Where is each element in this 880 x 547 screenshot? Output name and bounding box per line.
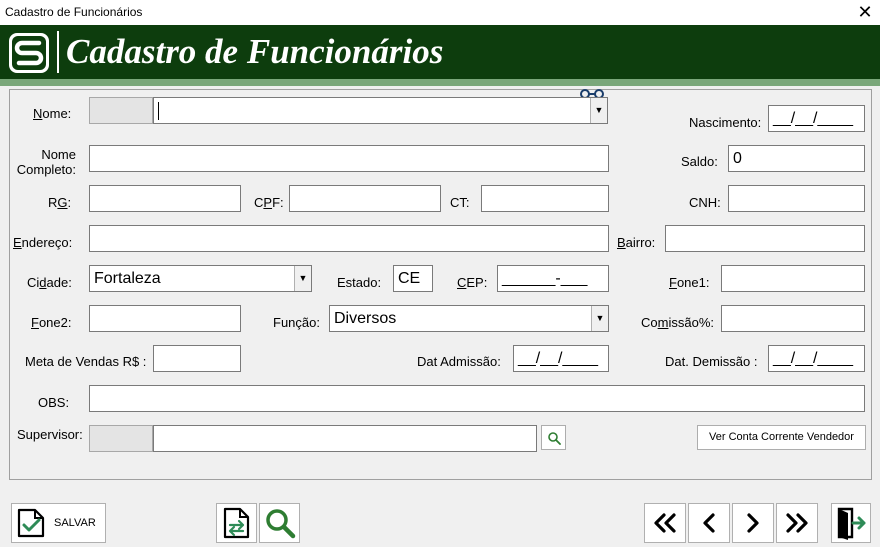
bairro-label: Bairro:: [617, 235, 656, 250]
endereco-field[interactable]: [89, 225, 609, 252]
cpf-field[interactable]: [289, 185, 441, 212]
obs-label: OBS:: [38, 395, 70, 410]
nascimento-field[interactable]: __/__/____: [768, 105, 865, 132]
text-cursor: [158, 101, 159, 120]
cnh-label: CNH:: [689, 195, 721, 210]
nome-dropdown-icon[interactable]: ▼: [590, 98, 607, 123]
cpf-label: CPF:: [254, 195, 284, 210]
chevron-left-icon: [703, 513, 715, 533]
demissao-field[interactable]: __/__/____: [768, 345, 865, 372]
cidade-combobox[interactable]: Fortaleza ▼: [89, 265, 312, 292]
last-record-button[interactable]: [776, 503, 818, 543]
first-record-button[interactable]: [644, 503, 686, 543]
close-icon[interactable]: ✕: [854, 1, 876, 23]
comissao-field[interactable]: [721, 305, 865, 332]
fone1-field[interactable]: [721, 265, 865, 292]
cep-label: CEP:: [457, 275, 488, 290]
refresh-document-button[interactable]: [216, 503, 257, 543]
fone2-field[interactable]: [89, 305, 241, 332]
supervisor-search-button[interactable]: [541, 425, 566, 450]
rg-label: RG:: [48, 195, 72, 210]
bairro-field[interactable]: [665, 225, 865, 252]
supervisor-label: Supervisor:: [17, 427, 83, 442]
cnh-field[interactable]: [728, 185, 865, 212]
search-icon: [547, 431, 561, 445]
nome-combobox[interactable]: ▼: [153, 97, 608, 124]
app-header: Cadastro de Funcionários: [0, 25, 880, 79]
nome-code-field: [89, 97, 153, 124]
estado-label: Estado:: [337, 275, 382, 290]
header-separator: [57, 31, 59, 73]
fone2-label: Fone2:: [31, 315, 72, 330]
nome-label: Nome:: [33, 106, 72, 121]
admissao-field[interactable]: __/__/____: [513, 345, 609, 372]
supervisor-field[interactable]: [153, 425, 537, 452]
save-document-icon: [17, 508, 45, 538]
header-stripe: [0, 79, 880, 86]
save-button[interactable]: SALVAR: [11, 503, 106, 543]
estado-field[interactable]: CE: [393, 265, 433, 292]
save-label: SALVAR: [54, 517, 96, 529]
exit-button[interactable]: [831, 503, 871, 543]
company-logo-icon: [9, 33, 49, 73]
meta-field[interactable]: [153, 345, 241, 372]
nascimento-label: Nascimento:: [689, 115, 762, 130]
cep-field[interactable]: ______-___: [497, 265, 609, 292]
exit-door-icon: [837, 507, 866, 540]
chevron-right-icon: [747, 513, 759, 533]
magnifier-icon: [265, 509, 295, 539]
window-titlebar: Cadastro de Funcionários ✕: [0, 0, 880, 25]
nome-completo-field[interactable]: [89, 145, 609, 172]
funcao-label: Função:: [273, 315, 320, 330]
demissao-label: Dat. Demissão :: [665, 354, 758, 369]
funcao-combobox[interactable]: Diversos ▼: [329, 305, 609, 332]
endereco-label: Endereço:: [13, 235, 73, 250]
admissao-label: Dat Admissão:: [417, 354, 501, 369]
cidade-dropdown-icon[interactable]: ▼: [294, 266, 311, 291]
meta-label: Meta de Vendas R$ :: [25, 354, 147, 369]
document-swap-icon: [223, 507, 249, 539]
rg-field[interactable]: [89, 185, 241, 212]
next-record-button[interactable]: [732, 503, 774, 543]
saldo-field[interactable]: 0: [728, 145, 865, 172]
double-chevron-right-icon: [786, 513, 808, 533]
saldo-label: Saldo:: [681, 154, 718, 169]
search-button[interactable]: [259, 503, 300, 543]
ver-conta-corrente-button[interactable]: Ver Conta Corrente Vendedor: [697, 425, 866, 450]
ct-label: CT:: [450, 195, 470, 210]
nome-completo-label: Nome Completo:: [16, 147, 76, 177]
page-title: Cadastro de Funcionários: [66, 32, 444, 71]
supervisor-code-field: [89, 425, 153, 452]
funcao-dropdown-icon[interactable]: ▼: [591, 306, 608, 331]
obs-field[interactable]: [89, 385, 865, 412]
window-title: Cadastro de Funcionários: [5, 5, 143, 19]
comissao-label: Comissão%:: [641, 315, 714, 330]
ct-field[interactable]: [481, 185, 609, 212]
previous-record-button[interactable]: [688, 503, 730, 543]
cidade-label: Cidade:: [27, 275, 72, 290]
fone1-label: Fone1:: [669, 275, 710, 290]
double-chevron-left-icon: [654, 513, 676, 533]
